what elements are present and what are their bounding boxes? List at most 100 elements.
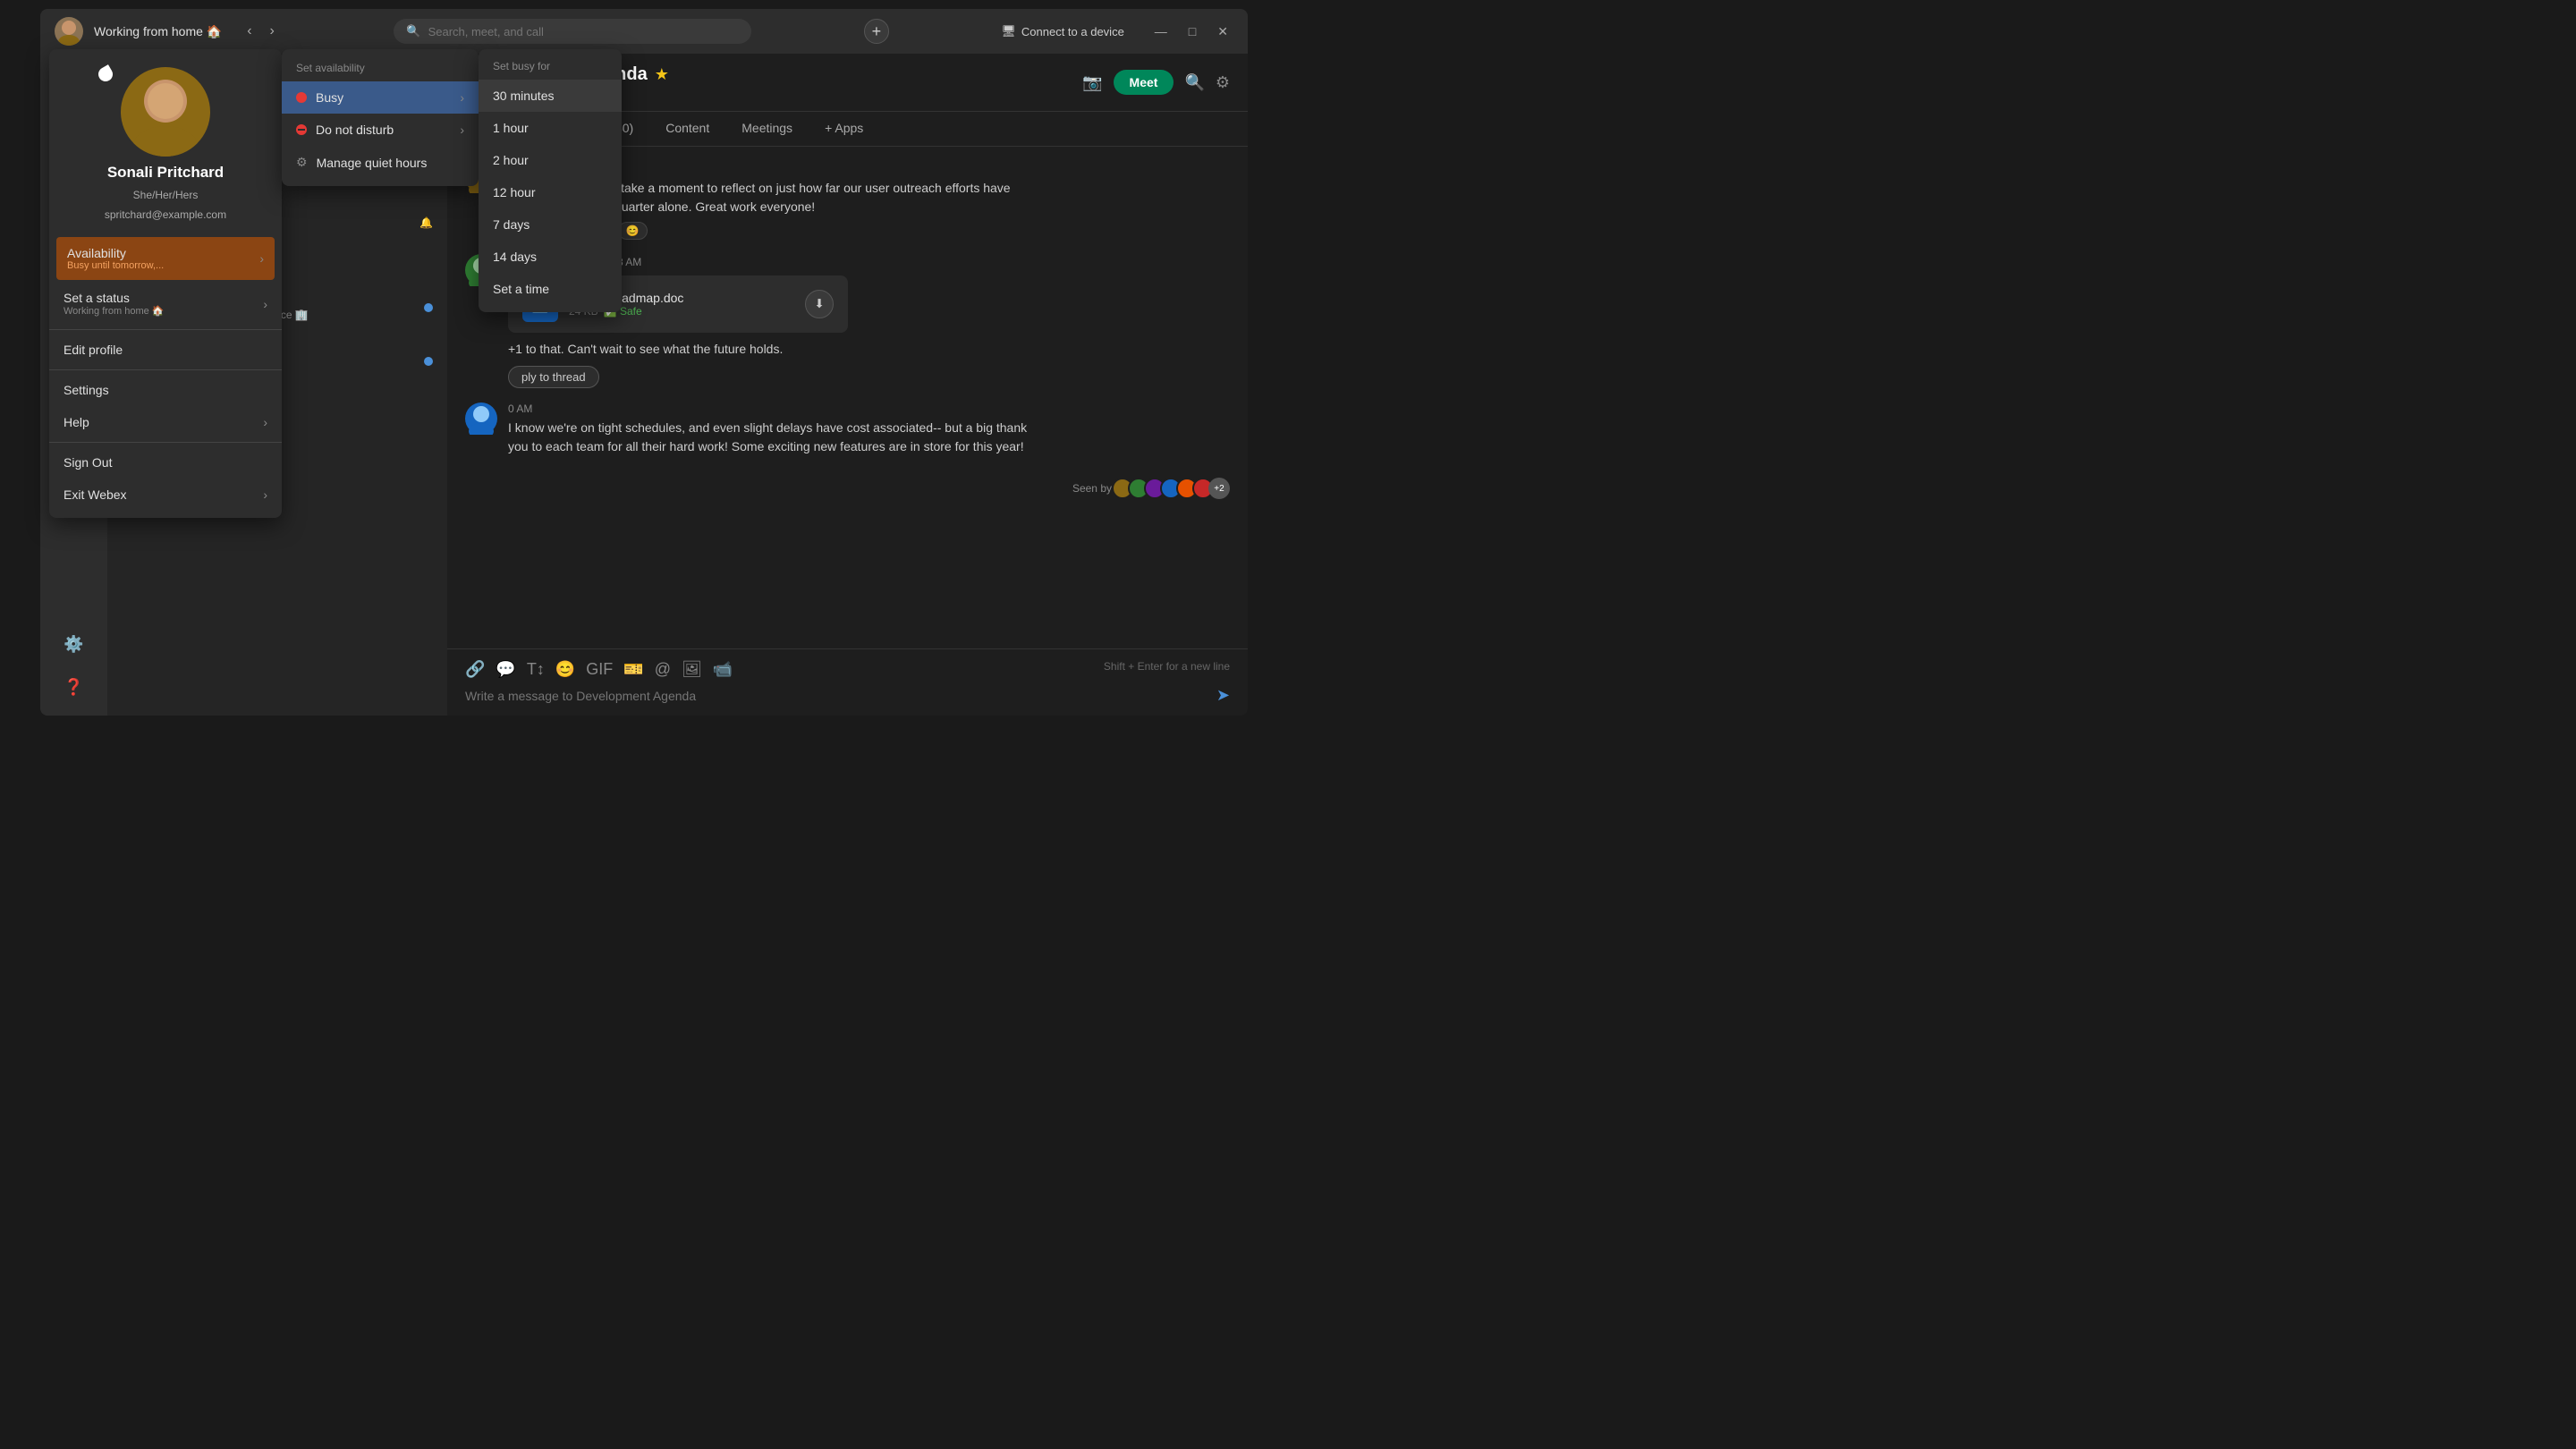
busy-dropdown-title: Set busy for	[479, 56, 622, 80]
seen-more: +2	[1208, 478, 1230, 499]
profile-name: Sonali Pritchard	[107, 164, 224, 182]
search-chat-icon[interactable]: 🔍	[1184, 73, 1204, 92]
connect-icon: 🖥	[1001, 24, 1016, 38]
avail-title: Set availability	[282, 56, 479, 81]
download-button[interactable]: ⬇	[805, 290, 834, 318]
window-controls: — □ ✕	[1149, 22, 1233, 41]
gear-chat-icon[interactable]: ⚙	[1216, 73, 1230, 92]
avail-quiet[interactable]: ⚙ Manage quiet hours	[282, 146, 479, 179]
edit-label: Edit profile	[64, 343, 123, 357]
cm-unread-dot	[424, 357, 433, 366]
chat-header-right: 📷 Meet 🔍 ⚙	[1082, 70, 1230, 95]
format-icon[interactable]: T↕	[527, 660, 545, 679]
avail-dnd[interactable]: Do not disturb ›	[282, 114, 479, 146]
profile-exit[interactable]: Exit Webex ›	[49, 479, 282, 511]
msg3-header: 0 AM	[508, 402, 1230, 415]
image-icon[interactable]: 🖼	[682, 660, 702, 679]
add-button[interactable]: +	[864, 19, 889, 44]
video-icon[interactable]: 📹	[713, 660, 733, 679]
title-avatar[interactable]	[55, 17, 83, 46]
mute-icon: 🔔	[419, 216, 433, 229]
dnd-chevron: ›	[460, 123, 464, 137]
emoji-icon[interactable]: 😊	[555, 660, 575, 679]
msg3-avatar	[465, 402, 497, 435]
busy-set-time[interactable]: Set a time	[479, 273, 622, 305]
sidebar-help-icon[interactable]: ❓	[56, 669, 92, 705]
msg3-text: I know we're on tight schedules, and eve…	[508, 419, 1230, 456]
profile-set-status[interactable]: Set a status Working from home 🏠 ›	[49, 282, 282, 326]
msg3-time: 0 AM	[508, 402, 532, 415]
help-chevron: ›	[263, 415, 267, 429]
chat-input[interactable]	[465, 689, 1216, 703]
avail-submenu: Set availability Busy › Do not disturb ›…	[282, 49, 479, 186]
reply-thread-button[interactable]: ply to thread	[508, 366, 599, 388]
send-button[interactable]: ➤	[1216, 686, 1230, 705]
profile-avatar[interactable]	[121, 67, 210, 157]
status-chevron: ›	[263, 297, 267, 311]
profile-help[interactable]: Help ›	[49, 406, 282, 438]
msg3-content: 0 AM I know we're on tight schedules, an…	[508, 402, 1230, 456]
busy-30min[interactable]: 30 minutes	[479, 80, 622, 112]
help-label: Help	[64, 415, 89, 429]
sticker-icon[interactable]: 🎫	[623, 660, 643, 679]
nav-buttons: ‹ ›	[240, 20, 282, 43]
nav-back[interactable]: ‹	[240, 20, 258, 43]
gif-icon[interactable]: GIF	[586, 660, 613, 679]
tab-apps[interactable]: + Apps	[810, 112, 877, 146]
umar-unread-dot	[424, 303, 433, 312]
profile-email: spritchard@example.com	[105, 208, 226, 221]
busy-12hr[interactable]: 12 hour	[479, 176, 622, 208]
busy-dropdown: Set busy for 30 minutes 1 hour 2 hour 12…	[479, 49, 622, 312]
thread-icon[interactable]: 💬	[496, 660, 515, 679]
close-button[interactable]: ✕	[1212, 22, 1233, 41]
exit-chevron: ›	[263, 487, 267, 502]
camera-icon[interactable]: 📷	[1082, 73, 1102, 92]
chat-input-row: ➤	[465, 686, 1230, 705]
exit-label: Exit Webex	[64, 487, 127, 502]
profile-divider-2	[49, 369, 282, 370]
avail-chevron: ›	[259, 251, 264, 266]
busy-1hr[interactable]: 1 hour	[479, 112, 622, 144]
busy-chevron: ›	[460, 90, 464, 105]
signout-label: Sign Out	[64, 455, 112, 470]
minimize-button[interactable]: —	[1149, 22, 1173, 41]
seen-by-label: Seen by	[1072, 482, 1112, 495]
avail-busy-left: Busy	[296, 90, 343, 105]
tab-content[interactable]: Content	[651, 112, 724, 146]
search-input[interactable]	[428, 25, 740, 38]
nav-forward[interactable]: ›	[263, 20, 282, 43]
profile-edit[interactable]: Edit profile	[49, 334, 282, 366]
busy-14days[interactable]: 14 days	[479, 241, 622, 273]
dnd-label: Do not disturb	[316, 123, 394, 137]
quiet-label: Manage quiet hours	[317, 156, 428, 170]
star-icon[interactable]: ★	[655, 65, 669, 84]
profile-header: Sonali Pritchard She/Her/Hers spritchard…	[49, 49, 282, 235]
mention-icon[interactable]: @	[655, 660, 671, 679]
profile-availability[interactable]: Availability Busy until tomorrow,... ›	[56, 237, 275, 280]
connect-device: 🖥 Connect to a device	[1001, 24, 1123, 38]
attach-icon[interactable]: 🔗	[465, 660, 485, 679]
dnd-dot	[296, 124, 307, 135]
reaction-smile[interactable]: 😊	[618, 222, 648, 240]
sidebar-settings-icon[interactable]: ⚙️	[56, 626, 92, 662]
maximize-button[interactable]: □	[1183, 22, 1201, 41]
title-bar: Working from home 🏠 ‹ › 🔍 + 🖥 Connect to…	[40, 9, 1248, 54]
profile-settings[interactable]: Settings	[49, 374, 282, 406]
input-hint: Shift + Enter for a new line	[1104, 660, 1230, 679]
search-bar[interactable]: 🔍	[394, 19, 751, 44]
busy-dot	[296, 92, 307, 103]
gear-icon: ⚙	[296, 155, 308, 170]
message-3: 0 AM I know we're on tight schedules, an…	[465, 402, 1230, 456]
tab-meetings[interactable]: Meetings	[727, 112, 807, 146]
avail-busy[interactable]: Busy ›	[282, 81, 479, 114]
profile-pronouns: She/Her/Hers	[133, 189, 199, 201]
busy-7days[interactable]: 7 days	[479, 208, 622, 241]
meet-button[interactable]: Meet	[1114, 70, 1174, 95]
profile-signout[interactable]: Sign Out	[49, 446, 282, 479]
profile-divider-1	[49, 329, 282, 330]
chat-input-area: 🔗 💬 T↕ 😊 GIF 🎫 @ 🖼 📹 Shift + Enter for a…	[447, 648, 1248, 716]
seen-avatars: +2	[1117, 478, 1230, 499]
seen-by: Seen by +2	[465, 478, 1230, 499]
busy-2hr[interactable]: 2 hour	[479, 144, 622, 176]
search-icon: 🔍	[406, 24, 420, 38]
